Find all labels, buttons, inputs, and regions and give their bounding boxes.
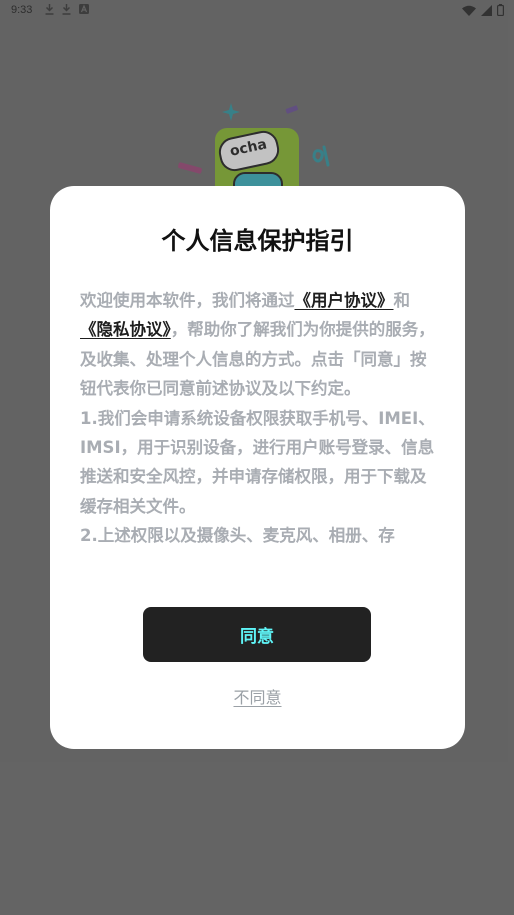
- privacy-agreement-link[interactable]: 《隐私协议》: [80, 320, 171, 339]
- dialog-body[interactable]: 欢迎使用本软件，我们将通过《用户协议》和《隐私协议》，帮助你了解我们为你提供的服…: [80, 286, 435, 586]
- dialog-title: 个人信息保护指引: [157, 224, 358, 258]
- disagree-link[interactable]: 不同意: [50, 684, 465, 708]
- dialog-title-text: 个人信息保护指引: [161, 227, 354, 255]
- intro-paragraph: 欢迎使用本软件，我们将通过《用户协议》和《隐私协议》，帮助你了解我们为你提供的服…: [80, 286, 435, 404]
- and-text: 和: [393, 291, 411, 310]
- user-agreement-link[interactable]: 《用户协议》: [295, 291, 394, 310]
- intro-text-before: 欢迎使用本软件，我们将通过: [80, 291, 295, 310]
- agree-button[interactable]: 同意: [143, 607, 371, 662]
- terms-item-1: 1.我们会申请系统设备权限获取手机号、IMEI、IMSI，用于识别设备，进行用户…: [80, 408, 435, 516]
- terms-item-2: 2.上述权限以及摄像头、麦克风、相册、存: [80, 526, 395, 546]
- dialog-header: 个人信息保护指引: [50, 224, 465, 258]
- privacy-dialog: 个人信息保护指引 欢迎使用本软件，我们将通过《用户协议》和《隐私协议》，帮助你了…: [50, 186, 465, 749]
